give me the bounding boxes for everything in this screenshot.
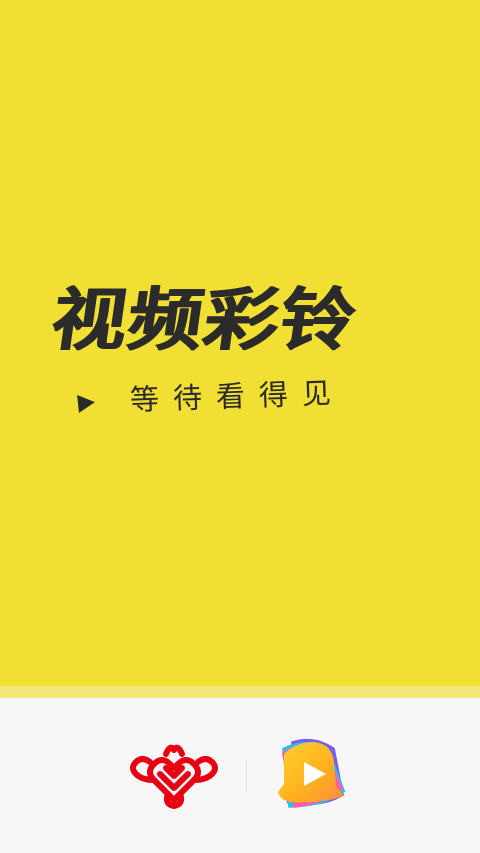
splash-tagline: 等待看得见 <box>129 375 346 417</box>
logo-divider <box>246 760 247 792</box>
splash-screen: 视频彩铃 等待看得见 <box>0 0 480 853</box>
banner-bottom-strip <box>0 686 480 698</box>
play-icon <box>77 393 96 413</box>
china-unicom-logo-icon <box>130 744 218 809</box>
splash-banner: 视频彩铃 等待看得见 <box>0 0 480 686</box>
brand-footer <box>0 698 480 853</box>
tagline-row: 等待看得见 <box>76 376 406 422</box>
video-ringtone-app-logo-icon <box>278 738 346 808</box>
splash-headline: 视频彩铃 <box>47 281 363 361</box>
headline-container: 视频彩铃 <box>47 281 428 366</box>
